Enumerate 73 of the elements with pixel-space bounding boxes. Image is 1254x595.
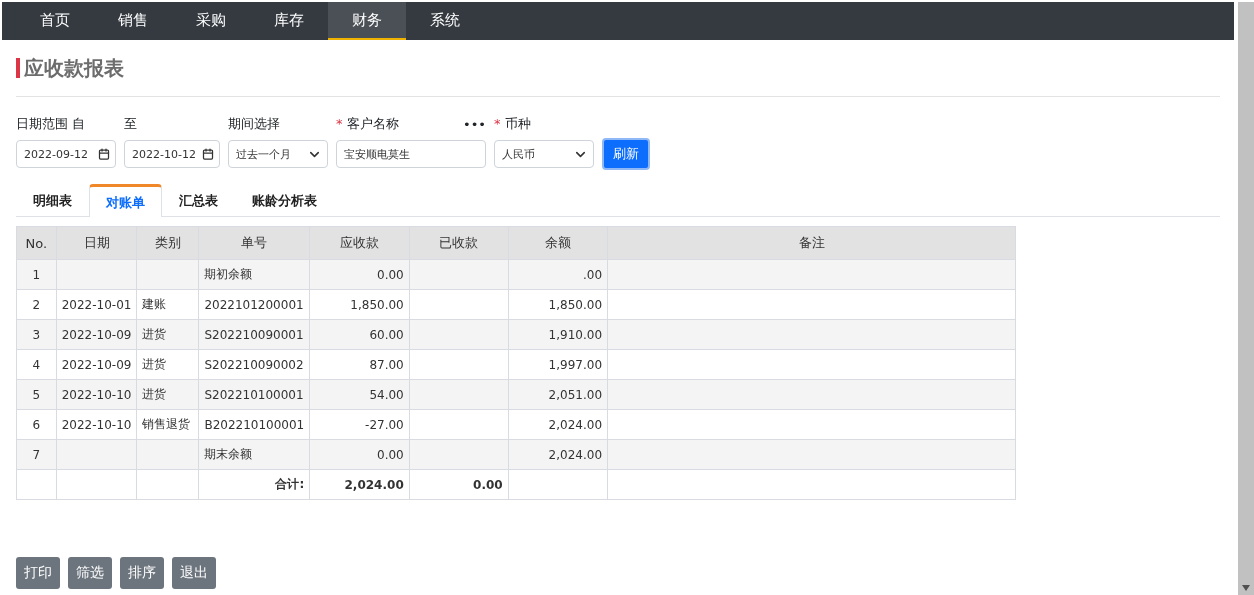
table-cell: 1,850.00 (508, 289, 608, 320)
table-cell: 期末余额 (198, 439, 310, 470)
nav-item[interactable]: 库存 (250, 2, 328, 40)
table-cell: .00 (508, 259, 608, 290)
table-cell: 0.00 (309, 439, 410, 470)
table-cell: 54.00 (309, 379, 410, 410)
table-cell: 7 (16, 439, 57, 470)
nav-item[interactable]: 系统 (406, 2, 484, 40)
table-cell: -27.00 (309, 409, 410, 440)
column-header: 备注 (607, 226, 1016, 260)
table-cell: 1,997.00 (508, 349, 608, 380)
more-button[interactable]: ••• (463, 116, 486, 132)
table-cell: 2022-10-09 (56, 319, 137, 350)
column-header: 类别 (136, 226, 199, 260)
date-field[interactable]: 2022-09-12 (16, 140, 116, 168)
field-label: 至 (124, 115, 137, 133)
nav-item[interactable]: 销售 (94, 2, 172, 40)
column-header: No. (16, 226, 57, 260)
column-header: 已收款 (409, 226, 509, 260)
action-button[interactable]: 退出 (172, 557, 216, 589)
table-cell: 2022-10-10 (56, 409, 137, 440)
table-cell: 建账 (136, 289, 199, 320)
table-cell: 进货 (136, 319, 199, 350)
refresh-button[interactable]: 刷新 (602, 138, 650, 170)
table-cell: S202210090002 (198, 349, 310, 380)
date-field[interactable]: 2022-10-12 (124, 140, 220, 168)
table-cell: 1,910.00 (508, 319, 608, 350)
table-cell: 进货 (136, 349, 199, 380)
table-cell: 1,850.00 (309, 289, 410, 320)
table-cell: 2022-10-10 (56, 379, 137, 410)
column-header: 单号 (198, 226, 310, 260)
table-cell: 2022101200001 (198, 289, 310, 320)
column-header: 应收款 (309, 226, 410, 260)
table-cell: S202210090001 (198, 319, 310, 350)
action-button[interactable]: 打印 (16, 557, 60, 589)
column-header: 日期 (56, 226, 137, 260)
table-cell: B202210100001 (198, 409, 310, 440)
page-title: 应收款报表 (24, 54, 124, 82)
table-cell: 4 (16, 349, 57, 380)
table-cell: 进货 (136, 379, 199, 410)
table-cell: 合计: (198, 469, 310, 500)
select-field[interactable]: 过去一个月 (228, 140, 328, 168)
field-label: 期间选择 (228, 115, 280, 133)
table-cell: 0.00 (409, 469, 509, 500)
nav-item[interactable]: 首页 (16, 2, 94, 40)
table-cell: S202210100001 (198, 379, 310, 410)
tab[interactable]: 对账单 (89, 184, 162, 217)
table-cell: 2,024.00 (508, 439, 608, 470)
table-cell: 1 (16, 259, 57, 290)
nav-item[interactable]: 财务 (328, 2, 406, 40)
nav-item[interactable]: 采购 (172, 2, 250, 40)
table-cell: 87.00 (309, 349, 410, 380)
field-label: 日期范围 自 (16, 115, 86, 133)
action-button[interactable]: 筛选 (68, 557, 112, 589)
table-cell: 2,051.00 (508, 379, 608, 410)
column-header: 余额 (508, 226, 608, 260)
input-field[interactable]: 宝安顺电莫生 (336, 140, 486, 168)
table-cell: 5 (16, 379, 57, 410)
table-cell: 6 (16, 409, 57, 440)
table-cell: 销售退货 (136, 409, 199, 440)
table-cell: 3 (16, 319, 57, 350)
select-field[interactable]: 人民币 (494, 140, 594, 168)
field-label: * 币种 (494, 115, 531, 133)
action-button[interactable]: 排序 (120, 557, 164, 589)
table-cell: 2022-10-09 (56, 349, 137, 380)
table-cell: 2 (16, 289, 57, 320)
table-cell: 0.00 (309, 259, 410, 290)
table-cell: 60.00 (309, 319, 410, 350)
field-label: * 客户名称 (336, 115, 399, 133)
table-cell: 期初余额 (198, 259, 310, 290)
table-cell: 2,024.00 (309, 469, 410, 500)
table-cell: 2,024.00 (508, 409, 608, 440)
table-cell: 2022-10-01 (56, 289, 137, 320)
